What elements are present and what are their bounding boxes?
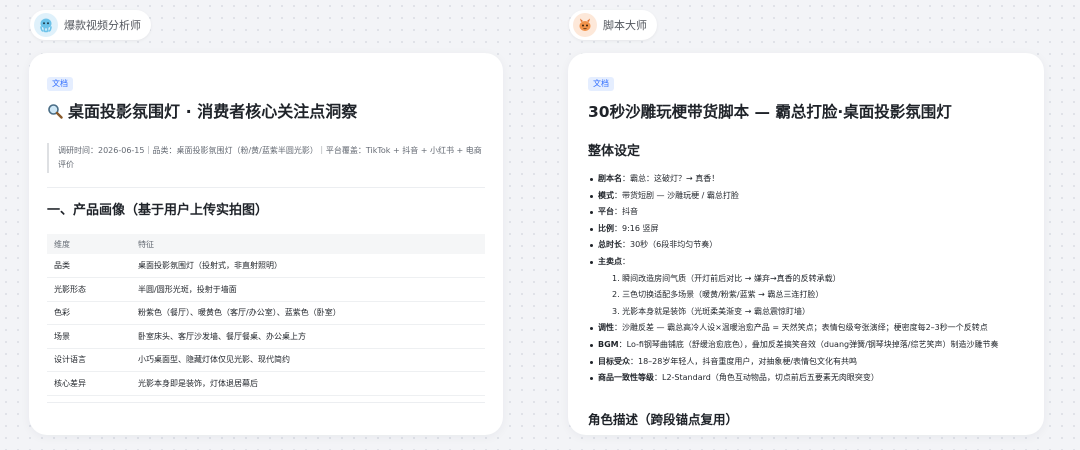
list-item: 模式：带货短剧 — 沙雕玩梗 / 霸总打脸 (588, 188, 1024, 205)
item-label: 比例 (598, 223, 614, 233)
item-value: ：Lo-fi钢琴曲铺底（舒缓治愈底色），叠加反差搞笑音效（duang弹簧/钢琴块… (618, 339, 999, 349)
agent-name: 爆款视频分析师 (64, 19, 141, 32)
item-value: ： (622, 256, 630, 266)
item-label: 调性 (598, 323, 614, 333)
list-item: 商品一致性等级：L2-Standard（角色互动物品，切点前后五要素无肉眼突变） (588, 370, 1024, 387)
doc-type-badge: 文档 (47, 77, 73, 91)
item-label: 主卖点 (598, 256, 622, 266)
page-title: 30秒沙雕玩梗带货脚本 — 霸总打脸·桌面投影氛围灯 (588, 103, 952, 121)
table-cell: 粉紫色（餐厅）、暖黄色（客厅/办公室）、蓝紫色（卧室） (131, 301, 485, 325)
item-label: 商品一致性等级 (598, 373, 654, 383)
table-row: 光影形态 半圆/圆形光斑，投射于墙面 (47, 277, 485, 302)
table-cell: 光影本身即是装饰，灯体退居幕后 (131, 371, 485, 396)
list-item: BGM：Lo-fi钢琴曲铺底（舒缓治愈底色），叠加反差搞笑音效（duang弹簧/… (588, 337, 1024, 354)
list-item: 主卖点： 1. 瞬间改造房间气质（开灯前后对比 → 嫌弃→真香的反转承载） 2.… (588, 254, 1024, 320)
column-header: 特征 (131, 234, 485, 254)
section-title: 一、产品画像（基于用户上传实拍图） (47, 203, 269, 218)
table-row: 核心差异 光影本身即是装饰，灯体退居幕后 (47, 371, 485, 396)
item-label: 平台 (598, 207, 614, 217)
table-row: 品类 桌面投影氛围灯（投射式，非直射照明） (47, 254, 485, 278)
agent-tag-script-master[interactable]: 脚本大师 (569, 10, 657, 40)
item-value: ：L2-Standard（角色互动物品，切点前后五要素无肉眼突变） (654, 373, 879, 383)
table-header-row: 维度 特征 (47, 234, 485, 254)
table-cell: 色彩 (47, 301, 131, 325)
meta-line: 调研时间：2026-06-15｜品类：桌面投影氛围灯（粉/黄/蓝紫半圆光影）｜平… (58, 146, 482, 155)
list-item: 比例：9:16 竖屏 (588, 221, 1024, 238)
table-row: 色彩 粉紫色（餐厅）、暖黄色（客厅/办公室）、蓝紫色（卧室） (47, 301, 485, 325)
table-cell: 桌面投影氛围灯（投射式，非直射照明） (131, 254, 485, 278)
column-header: 维度 (47, 234, 131, 254)
research-meta: 调研时间：2026-06-15｜品类：桌面投影氛围灯（粉/黄/蓝紫半圆光影）｜平… (47, 143, 485, 173)
list-item: 总时长：30秒（6段非均匀节奏） (588, 237, 1024, 254)
item-label: BGM (598, 339, 619, 349)
divider (47, 187, 485, 188)
item-label: 模式 (598, 190, 614, 200)
list-item: 目标受众：18–28岁年轻人，抖音重度用户，对抽象梗/表情包文化有共鸣 (588, 354, 1024, 371)
table-cell: 设计语言 (47, 348, 131, 372)
table-cell: 卧室床头、客厅沙发墙、餐厅餐桌、办公桌上方 (131, 324, 485, 349)
item-value: ：霸总：这破灯？→ 真香！ (622, 174, 720, 183)
item-value: ：30秒（6段非均匀节奏） (622, 240, 718, 250)
item-label: 目标受众 (598, 356, 630, 366)
doc-type-badge: 文档 (588, 77, 614, 91)
table-row: 设计语言 小巧桌面型、隐藏灯体仅见光影、现代简约 (47, 348, 485, 372)
item-value: ：沙雕反差 — 霸总高冷人设×温暖治愈产品 = 天然笑点；表情包级夸张演绎；梗密… (614, 323, 988, 333)
settings-list: 剧本名：霸总：这破灯？→ 真香！ 模式：带货短剧 — 沙雕玩梗 / 霸总打脸 平… (588, 171, 1024, 387)
table-cell: 场景 (47, 324, 131, 349)
item-label: 剧本名 (598, 174, 622, 183)
orange-dragon-avatar-icon (573, 13, 597, 37)
selling-points-list: 1. 瞬间改造房间气质（开灯前后对比 → 嫌弃→真香的反转承载） 2. 三色切换… (598, 271, 1024, 321)
insight-document-card[interactable]: 文档 桌面投影氛围灯 · 消费者核心关注点洞察 调研时间：2026-06-15｜… (29, 53, 503, 435)
page-title-text: 桌面投影氛围灯 · 消费者核心关注点洞察 (68, 102, 358, 121)
item-value: ：带货短剧 — 沙雕玩梗 / 霸总打脸 (614, 190, 739, 200)
item-value: ：抖音 (614, 207, 638, 217)
table-cell: 光影形态 (47, 277, 131, 302)
page-title: 桌面投影氛围灯 · 消费者核心关注点洞察 (47, 101, 485, 125)
table-row: 场景 卧室床头、客厅沙发墙、餐厅餐桌、办公桌上方 (47, 324, 485, 349)
role-section-title: 角色描述（跨段锚点复用） (588, 411, 739, 427)
divider (47, 401, 485, 403)
table-cell: 品类 (47, 254, 131, 278)
table-cell: 小巧桌面型、隐藏灯体仅见光影、现代简约 (131, 348, 485, 372)
selling-point: 3. 光影本身就是装饰（光斑柔美渐变 → 霸总震惊盯墙） (612, 306, 810, 316)
script-document-card[interactable]: 文档 30秒沙雕玩梗带货脚本 — 霸总打脸·桌面投影氛围灯 整体设定 剧本名：霸… (568, 53, 1044, 435)
meta-line: 评价 (58, 160, 74, 169)
table-cell: 核心差异 (47, 371, 131, 396)
list-item: 平台：抖音 (588, 204, 1024, 221)
agent-name: 脚本大师 (603, 19, 647, 32)
item-value: ：9:16 竖屏 (614, 223, 659, 233)
list-item: 调性：沙雕反差 — 霸总高冷人设×温暖治愈产品 = 天然笑点；表情包级夸张演绎；… (588, 320, 1024, 337)
agent-tag-video-analyst[interactable]: 爆款视频分析师 (30, 10, 151, 40)
item-value: ：18–28岁年轻人，抖音重度用户，对抽象梗/表情包文化有共鸣 (630, 356, 858, 366)
list-item: 剧本名：霸总：这破灯？→ 真香！ (588, 171, 1024, 188)
table-cell: 半圆/圆形光斑，投射于墙面 (131, 277, 485, 302)
product-profile-table: 维度 特征 品类 桌面投影氛围灯（投射式，非直射照明） 光影形态 半圆/圆形光斑… (47, 234, 485, 396)
item-label: 总时长 (598, 240, 622, 250)
selling-point: 2. 三色切换适配多场景（暖黄/粉紫/蓝紫 → 霸总三连打脸） (612, 290, 824, 300)
magnifier-icon (47, 103, 63, 125)
blue-octopus-avatar-icon (34, 13, 58, 37)
selling-point: 1. 瞬间改造房间气质（开灯前后对比 → 嫌弃→真香的反转承载） (612, 273, 841, 283)
section-title: 整体设定 (588, 144, 641, 159)
